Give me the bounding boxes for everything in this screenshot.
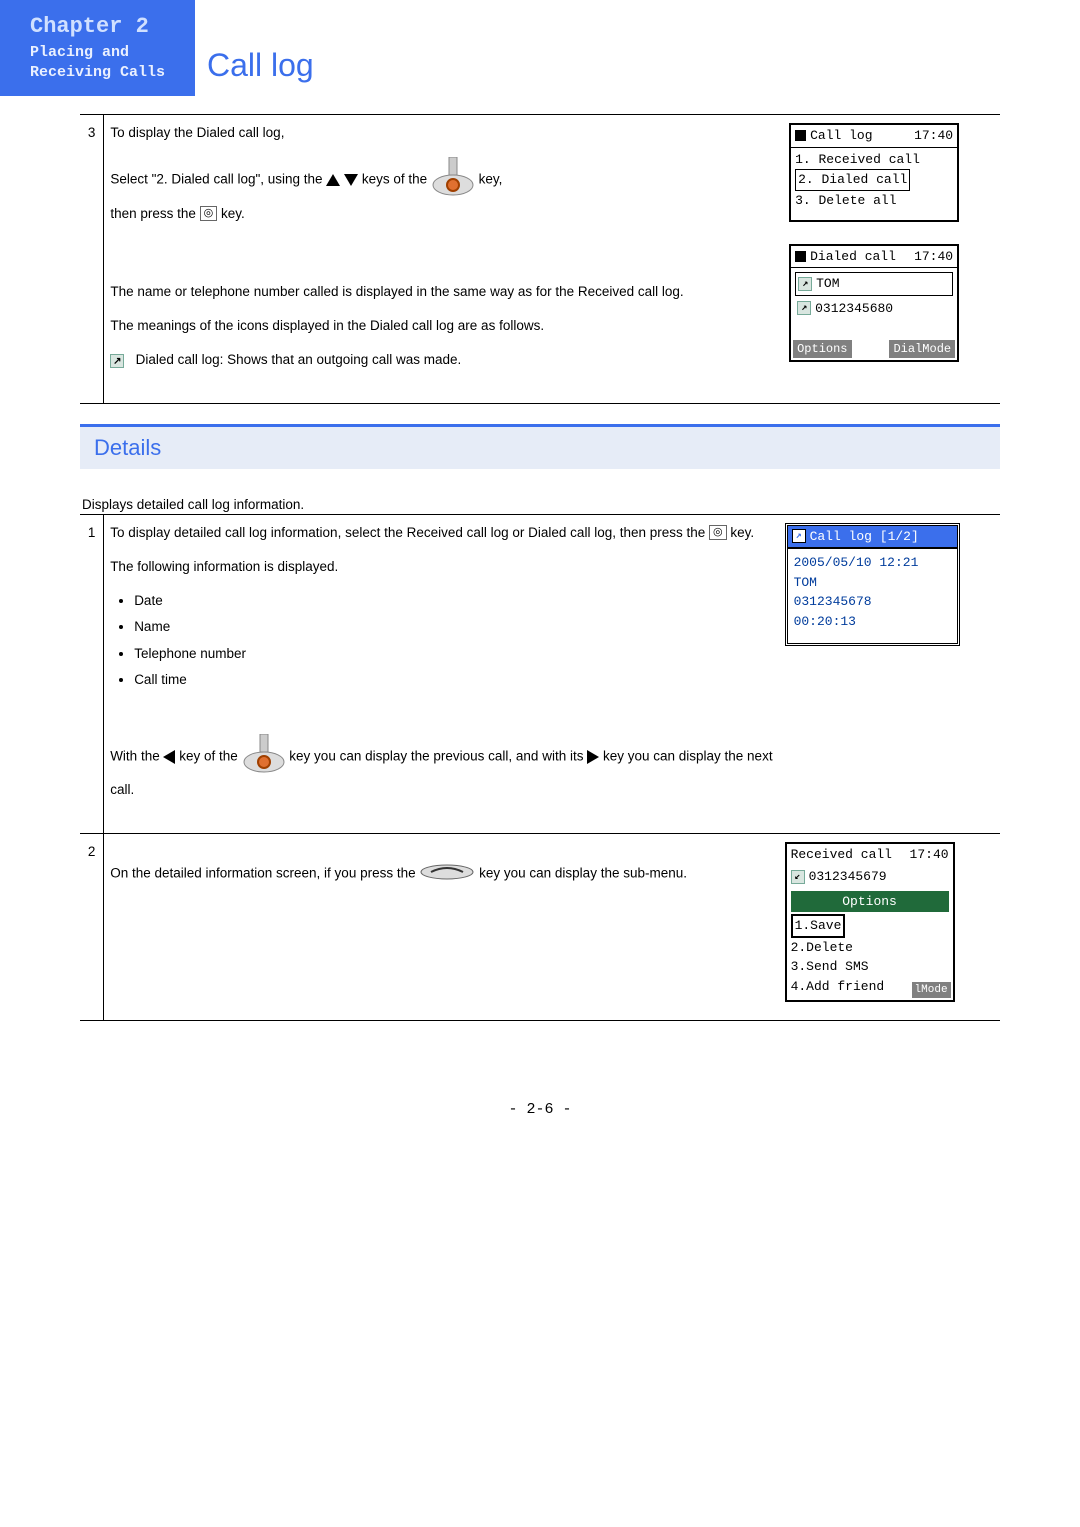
softkey-options: Options xyxy=(793,340,851,358)
dialed-call-icon: ↗ xyxy=(797,301,811,315)
step3-p1: To display the Dialed call log, xyxy=(110,123,777,143)
detail-date: 2005/05/10 12:21 xyxy=(794,553,951,573)
left-arrow-icon xyxy=(163,750,175,764)
step3-p5: The meanings of the icons displayed in t… xyxy=(110,316,777,336)
right-arrow-icon xyxy=(587,750,599,764)
dialed-call-icon: ↗ xyxy=(792,529,806,543)
dialed-call-icon: ↗ xyxy=(110,354,124,368)
menu-item: 1. Received call xyxy=(795,150,953,170)
page-number: - 2-6 - xyxy=(0,1021,1080,1138)
softkey-dialmode: DialMode xyxy=(889,340,955,358)
call-item-selected: ↗ TOM xyxy=(795,272,953,296)
detail-name: TOM xyxy=(794,573,951,593)
option-item-selected: 1.Save xyxy=(791,914,846,938)
dpad-icon xyxy=(242,734,286,780)
up-arrow-icon xyxy=(326,174,340,186)
option-item: 2.Delete xyxy=(791,938,949,958)
chapter-box: Chapter 2 Placing and Receiving Calls xyxy=(0,0,195,96)
softkey-button-icon xyxy=(419,862,475,886)
phone-screen-dialed-call: Dialed call 17:40 ↗ TOM ↗ 0312345680 xyxy=(789,244,959,363)
down-arrow-icon xyxy=(344,174,358,186)
step1-p3: With the key of the key you can display … xyxy=(110,734,772,801)
step-number: 1 xyxy=(80,514,104,833)
received-call-icon: ↙ xyxy=(791,870,805,884)
phone-screen-options-menu: Received call 17:40 ↙ 0312345679 Options… xyxy=(785,842,955,1003)
phone-screen-call-log-menu: Call log 17:40 1. Received call 2. Diale… xyxy=(789,123,959,222)
dialed-call-icon: ↗ xyxy=(798,277,812,291)
call-item: ↗ 0312345680 xyxy=(795,298,953,320)
step2-p1: On the detailed information screen, if y… xyxy=(110,842,772,887)
step1-p2: The following information is displayed. xyxy=(110,557,772,577)
chapter-title: Chapter 2 xyxy=(30,14,175,39)
step-number: 3 xyxy=(80,115,104,404)
menu-item-selected: 2. Dialed call xyxy=(795,169,910,191)
step3-p2: Select "2. Dialed call log", using the k… xyxy=(110,157,777,224)
square-icon xyxy=(795,251,806,262)
center-key-icon: ◎ xyxy=(709,525,727,540)
softkey-mode: lMode xyxy=(912,982,951,999)
step3-p6: ↗ Dialed call log: Shows that an outgoin… xyxy=(110,350,777,370)
detail-number: 0312345678 xyxy=(794,592,951,612)
dpad-icon xyxy=(431,157,475,203)
step3-p4: The name or telephone number called is d… xyxy=(110,282,777,302)
phone-screen-call-detail: ↗ Call log [1/2] 2005/05/10 12:21 TOM 03… xyxy=(785,523,960,647)
details-heading: Details xyxy=(80,427,1000,469)
center-key-icon: ◎ xyxy=(200,206,218,221)
menu-item: 3. Delete all xyxy=(795,191,953,211)
page-title: Call log xyxy=(195,47,314,96)
chapter-sub: Placing and Receiving Calls xyxy=(30,43,175,82)
details-intro: Displays detailed call log information. xyxy=(82,497,1000,512)
step1-p1: To display detailed call log information… xyxy=(110,523,772,543)
square-icon xyxy=(795,130,806,141)
detail-duration: 00:20:13 xyxy=(794,612,951,632)
option-item: 3.Send SMS xyxy=(791,957,949,977)
info-list: Date Name Telephone number Call time xyxy=(134,591,772,690)
options-header: Options xyxy=(791,891,949,913)
step-number: 2 xyxy=(80,833,104,1021)
